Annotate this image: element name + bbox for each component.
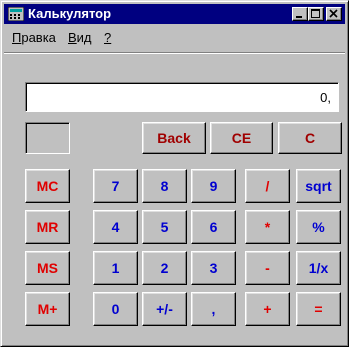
menu-help[interactable]: ?	[104, 30, 111, 46]
digit-1-button[interactable]: 1	[93, 251, 138, 285]
percent-button[interactable]: %	[296, 210, 341, 244]
menu-bar: Правка Вид ?	[4, 26, 345, 48]
display-value: 0,	[320, 90, 331, 105]
minimize-icon	[296, 16, 302, 18]
digit-2-button[interactable]: 2	[142, 251, 187, 285]
window-title: Калькулятор	[28, 6, 112, 21]
digit-0-button[interactable]: 0	[93, 292, 138, 326]
digit-3-button[interactable]: 3	[191, 251, 236, 285]
subtract-button[interactable]: -	[245, 251, 290, 285]
maximize-icon	[311, 9, 320, 18]
close-button[interactable]	[326, 7, 342, 21]
menu-edit[interactable]: Правка	[12, 30, 56, 46]
memory-indicator	[25, 122, 70, 154]
clear-button[interactable]: C	[278, 122, 342, 154]
minimize-button[interactable]	[292, 7, 308, 21]
maximize-button[interactable]	[308, 7, 324, 21]
memory-add-button[interactable]: M+	[25, 292, 70, 326]
sqrt-button[interactable]: sqrt	[296, 169, 341, 203]
sign-button[interactable]: +/-	[142, 292, 187, 326]
clear-entry-button[interactable]: CE	[210, 122, 273, 154]
menu-separator	[4, 52, 345, 54]
decimal-button[interactable]: ,	[191, 292, 236, 326]
digit-8-button[interactable]: 8	[142, 169, 187, 203]
digit-4-button[interactable]: 4	[93, 210, 138, 244]
equals-button[interactable]: =	[296, 292, 341, 326]
digit-9-button[interactable]: 9	[191, 169, 236, 203]
digit-7-button[interactable]: 7	[93, 169, 138, 203]
menu-view[interactable]: Вид	[68, 30, 92, 46]
digit-6-button[interactable]: 6	[191, 210, 236, 244]
calculator-app-icon	[8, 7, 24, 21]
digit-5-button[interactable]: 5	[142, 210, 187, 244]
close-icon	[329, 9, 338, 18]
add-button[interactable]: +	[245, 292, 290, 326]
result-display: 0,	[25, 82, 339, 112]
reciprocal-button[interactable]: 1/x	[296, 251, 341, 285]
title-bar[interactable]: Калькулятор	[4, 4, 345, 24]
memory-store-button[interactable]: MS	[25, 251, 70, 285]
multiply-button[interactable]: *	[245, 210, 290, 244]
calculator-window: Калькулятор Правка Вид ? 0, Back CE C MC…	[0, 0, 349, 347]
memory-recall-button[interactable]: MR	[25, 210, 70, 244]
divide-button[interactable]: /	[245, 169, 290, 203]
memory-clear-button[interactable]: MC	[25, 169, 70, 203]
back-button[interactable]: Back	[142, 122, 206, 154]
